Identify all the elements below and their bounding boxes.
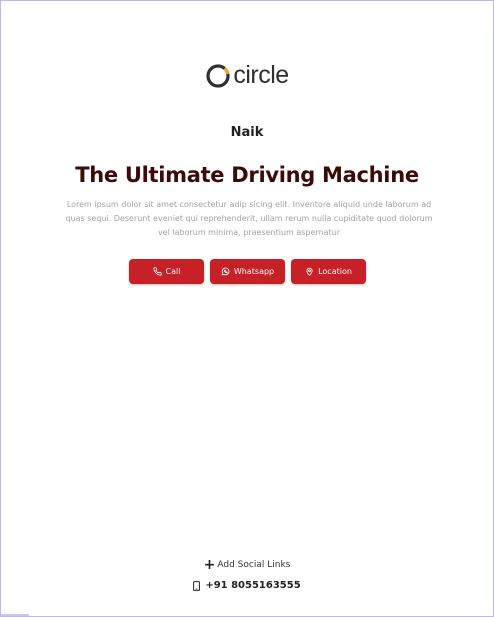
whatsapp-icon: [221, 267, 230, 276]
phone-number[interactable]: +91 8055163555: [1, 580, 493, 591]
phone-number-text: +91 8055163555: [205, 580, 301, 591]
phone-icon: [152, 267, 162, 276]
page-title: The Ultimate Driving Machine: [75, 163, 419, 187]
profile-name: Naik: [230, 125, 264, 140]
brand-logo-text: circle: [233, 61, 289, 89]
profile-description: Lorem ipsum dolor sit amet consectetur a…: [65, 200, 433, 237]
page-frame: circle Naik The Ultimate Driving Machine…: [0, 0, 494, 617]
call-button[interactable]: Call: [129, 259, 204, 284]
map-pin-icon: [306, 267, 313, 276]
location-button[interactable]: Location: [291, 259, 366, 284]
plus-icon: +: [203, 557, 216, 573]
add-social-links-label: Add Social Links: [217, 560, 291, 570]
whatsapp-button-label: Whatsapp: [233, 267, 275, 276]
call-button-label: Call: [165, 267, 181, 276]
circle-logo-icon: [206, 63, 230, 88]
mobile-icon: [193, 580, 201, 591]
action-buttons: Call Whatsapp Location: [129, 259, 366, 284]
location-button-label: Location: [318, 267, 352, 276]
bottom-strip: [1, 614, 29, 616]
whatsapp-button[interactable]: Whatsapp: [210, 259, 285, 284]
add-social-links-link[interactable]: + Add Social Links: [1, 557, 493, 573]
brand-logo: circle: [1, 61, 493, 89]
